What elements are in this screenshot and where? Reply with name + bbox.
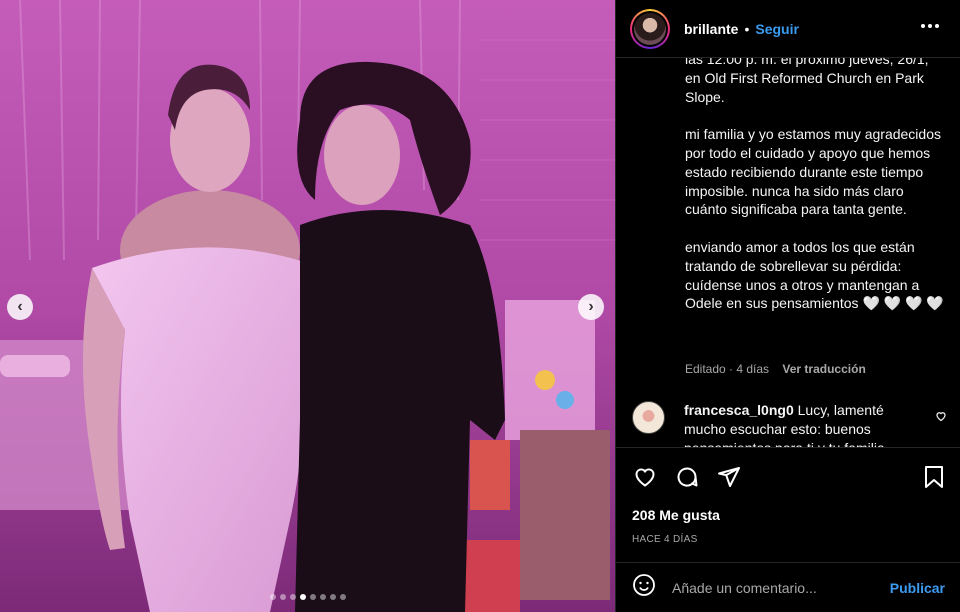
carousel-dot xyxy=(309,594,316,600)
post-header: brillante • Seguir xyxy=(616,0,960,58)
carousel-dots xyxy=(0,594,615,600)
author-avatar[interactable] xyxy=(630,8,670,49)
caption-meta: Editado · 4 días Ver traducción xyxy=(685,362,866,376)
post-date: HACE 4 DÍAS xyxy=(632,534,698,545)
comment-text: francesca_l0ng0 Lucy, lamenté mucho escu… xyxy=(684,401,929,447)
like-heart-icon[interactable] xyxy=(632,464,658,490)
carousel-dot xyxy=(329,594,336,600)
commenter-username[interactable]: francesca_l0ng0 xyxy=(684,402,794,418)
comment-like-heart-icon[interactable] xyxy=(935,409,947,427)
follow-button[interactable]: Seguir xyxy=(755,21,799,37)
post-actions: 208 Me gusta HACE 4 DÍAS xyxy=(616,447,960,561)
comment-bubble-icon[interactable] xyxy=(674,464,700,490)
post-viewer: ‹ › brillante • Seguir las 12:00 p. m. e… xyxy=(0,0,960,612)
comment-item: francesca_l0ng0 Lucy, lamenté mucho escu… xyxy=(632,401,947,447)
carousel-dot xyxy=(279,594,286,600)
carousel-dot xyxy=(339,594,346,600)
author-username[interactable]: brillante xyxy=(684,21,738,37)
carousel-next-button[interactable]: › xyxy=(578,294,604,320)
carousel-dot xyxy=(299,594,306,600)
emoji-smiley-icon[interactable] xyxy=(632,573,656,602)
more-horizontal-icon[interactable] xyxy=(918,14,942,44)
post-side-panel: brillante • Seguir las 12:00 p. m. el pr… xyxy=(615,0,960,612)
caption-paragraph: enviando amor a todos los que están trat… xyxy=(685,238,944,312)
caption-scroll-area[interactable]: las 12:00 p. m. el próximo jueves, 26/1,… xyxy=(616,58,960,447)
carousel-dot xyxy=(269,594,276,600)
likes-count[interactable]: 208 Me gusta xyxy=(632,507,720,523)
carousel-dot xyxy=(289,594,296,600)
edited-label: Editado · 4 días xyxy=(685,362,770,376)
carousel-dot xyxy=(319,594,326,600)
caption-paragraph: mi familia y yo estamos muy agradecidos … xyxy=(685,126,941,218)
header-separator: • xyxy=(744,20,750,37)
share-send-icon[interactable] xyxy=(716,464,742,490)
publish-button[interactable]: Publicar xyxy=(890,580,945,596)
add-comment-bar: Publicar xyxy=(616,562,960,612)
save-bookmark-icon[interactable] xyxy=(921,464,947,490)
comment-input[interactable] xyxy=(672,579,890,596)
post-photo[interactable]: ‹ › xyxy=(0,0,615,612)
photo-illustration xyxy=(0,0,615,612)
caption-paragraph: las 12:00 p. m. el próximo jueves, 26/1,… xyxy=(685,58,929,105)
translate-link[interactable]: Ver traducción xyxy=(782,362,865,376)
commenter-avatar[interactable] xyxy=(632,401,665,434)
avatar-image xyxy=(634,12,666,45)
caption-text: las 12:00 p. m. el próximo jueves, 26/1,… xyxy=(685,58,947,332)
carousel-prev-button[interactable]: ‹ xyxy=(7,294,33,320)
